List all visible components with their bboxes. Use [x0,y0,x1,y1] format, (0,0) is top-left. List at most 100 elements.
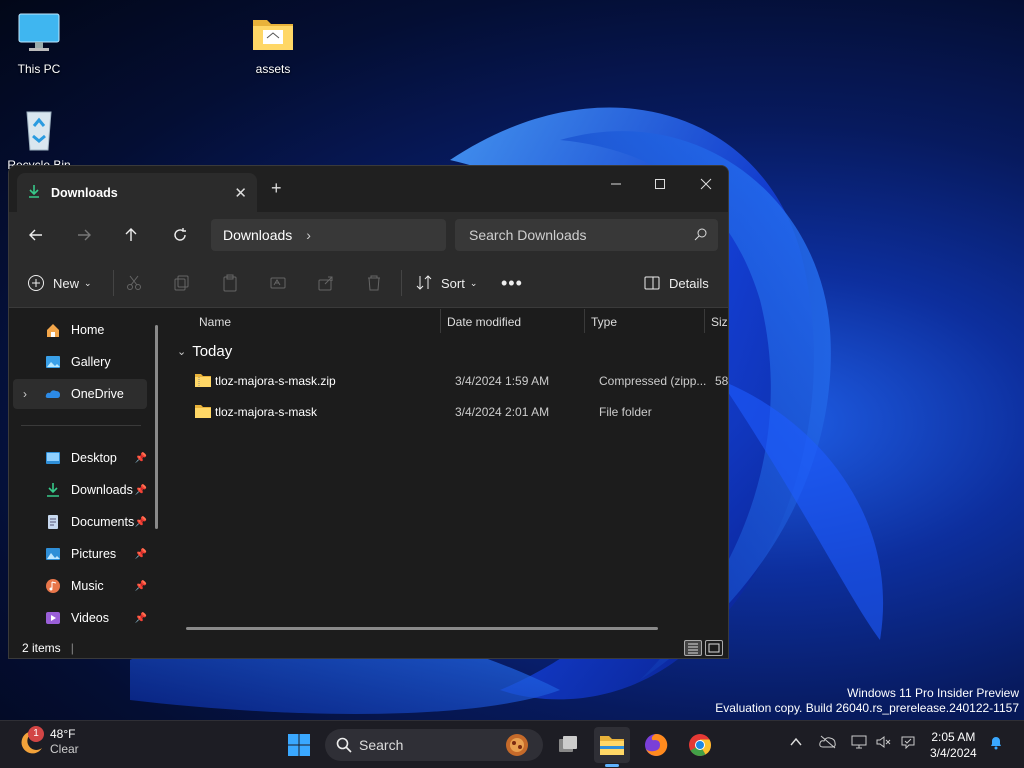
share-icon [318,276,333,291]
maximize-button[interactable] [637,170,683,198]
more-options-button[interactable]: ••• [501,268,523,298]
taskbar-chrome[interactable] [682,727,718,763]
group-label: Today [192,343,233,360]
watermark-line-2: Evaluation copy. Build 26040.rs_prerelea… [715,701,1019,715]
minimize-button[interactable] [593,170,639,198]
column-header-size[interactable]: Size [711,315,728,329]
column-divider[interactable] [584,309,585,333]
new-button[interactable]: New ⌄ [27,268,92,298]
toolbar-divider [113,270,114,296]
cut-button[interactable] [125,268,143,298]
list-view-icon [688,643,698,654]
search-input[interactable]: Search Downloads [455,219,718,251]
sidebar-scrollbar[interactable] [155,325,158,529]
firefox-icon [645,733,668,756]
taskbar: 1 48°F Clear Search 2:05 AM 3/4/2024 [0,720,1024,768]
breadcrumb[interactable]: Downloads › [211,219,446,251]
taskbar-file-explorer[interactable] [594,727,630,767]
tab-downloads[interactable]: Downloads ✕ [17,173,257,212]
desktop-icon-recycle-bin[interactable]: Recycle Bin [1,106,77,172]
close-tab-icon[interactable]: ✕ [234,184,247,202]
details-pane-icon [644,276,660,290]
pictures-icon [46,548,60,560]
details-button[interactable]: Details [643,268,709,298]
sidebar-item-pictures[interactable]: Pictures 📌 [13,539,147,569]
share-button[interactable] [317,268,335,298]
chevron-down-icon: ⌄ [469,277,478,288]
paste-button[interactable] [221,268,239,298]
taskbar-clock[interactable]: 2:05 AM 3/4/2024 [930,729,977,761]
desktop-icon-this-pc[interactable]: This PC [1,10,77,76]
taskbar-search-box[interactable]: Search [325,729,543,761]
refresh-button[interactable] [165,220,195,250]
file-explorer-icon [600,736,624,755]
desktop-icon-label: assets [255,62,291,76]
desktop-icon-assets[interactable]: assets [235,10,311,76]
active-indicator [605,764,619,767]
table-row[interactable]: tloz-majora-s-mask 3/4/2024 2:01 AM File… [185,397,728,427]
forward-button[interactable] [69,220,99,250]
search-placeholder: Search Downloads [469,227,587,243]
column-divider[interactable] [704,309,705,333]
sort-button[interactable]: Sort ⌄ [415,268,477,298]
column-header-name[interactable]: Name [199,315,231,329]
clipboard-icon [223,274,237,292]
sidebar-item-desktop[interactable]: Desktop 📌 [13,443,147,473]
table-row[interactable]: tloz-majora-s-mask.zip 3/4/2024 1:59 AM … [185,366,728,396]
back-button[interactable] [21,220,51,250]
horizontal-scrollbar[interactable] [186,627,658,630]
sidebar-item-home[interactable]: Home [13,315,147,345]
sidebar-item-label: Gallery [71,355,111,369]
task-view-button[interactable] [550,727,586,763]
column-divider[interactable] [440,309,441,333]
toolbar-divider [401,270,402,296]
title-bar: Downloads ✕ + [9,166,728,212]
rename-button[interactable] [269,268,287,298]
sidebar-item-onedrive[interactable]: › OneDrive [13,379,147,409]
up-button[interactable] [116,220,146,250]
tiles-view-button[interactable] [705,640,723,656]
chevron-right-icon[interactable]: › [23,387,27,401]
column-header-type[interactable]: Type [591,315,617,329]
sidebar-item-gallery[interactable]: Gallery [13,347,147,377]
group-header-today[interactable]: ⌄ Today [177,343,232,360]
tray-display[interactable] [851,735,867,752]
sort-label: Sort [441,275,465,291]
copy-button[interactable] [173,268,191,298]
file-type: Compressed (zipp... [599,374,707,388]
new-tab-button[interactable]: + [271,178,282,199]
folder-icon [195,405,211,418]
sidebar-item-label: Home [71,323,105,337]
sidebar-item-videos[interactable]: Videos 📌 [13,603,147,633]
plus-circle-icon [28,275,44,291]
delete-button[interactable] [365,268,383,298]
windows-logo-icon [288,734,310,756]
tray-cloud[interactable] [819,735,837,752]
column-header-date-modified[interactable]: Date modified [447,315,521,329]
tray-network[interactable] [900,735,916,752]
tiles-view-icon [708,643,720,653]
close-window-button[interactable] [683,170,728,198]
sidebar-item-music[interactable]: Music 📌 [13,571,147,601]
weather-widget[interactable]: 1 48°F Clear [18,726,79,757]
start-button[interactable] [281,727,317,763]
taskbar-firefox[interactable] [638,727,674,763]
item-count: 2 items [22,640,61,655]
task-view-icon [559,736,577,752]
folder-icon [249,10,297,58]
download-icon [47,483,59,497]
notifications-button[interactable] [988,734,1004,753]
sidebar-item-documents[interactable]: Documents 📌 [13,507,147,537]
sidebar-item-downloads[interactable]: Downloads 📌 [13,475,147,505]
breadcrumb-downloads[interactable]: Downloads [223,227,292,243]
details-view-button[interactable] [684,640,702,656]
show-hidden-icons-button[interactable] [789,735,803,752]
sidebar-item-label: Videos [71,611,109,625]
search-highlight-icon [506,734,528,756]
chevron-down-icon: ⌄ [177,346,187,358]
tray-volume[interactable] [876,735,892,752]
new-label: New [53,275,80,291]
chevron-right-icon[interactable]: › [306,227,311,243]
desktop-icon-label: This PC [17,62,61,76]
file-name: tloz-majora-s-mask.zip [215,374,336,388]
